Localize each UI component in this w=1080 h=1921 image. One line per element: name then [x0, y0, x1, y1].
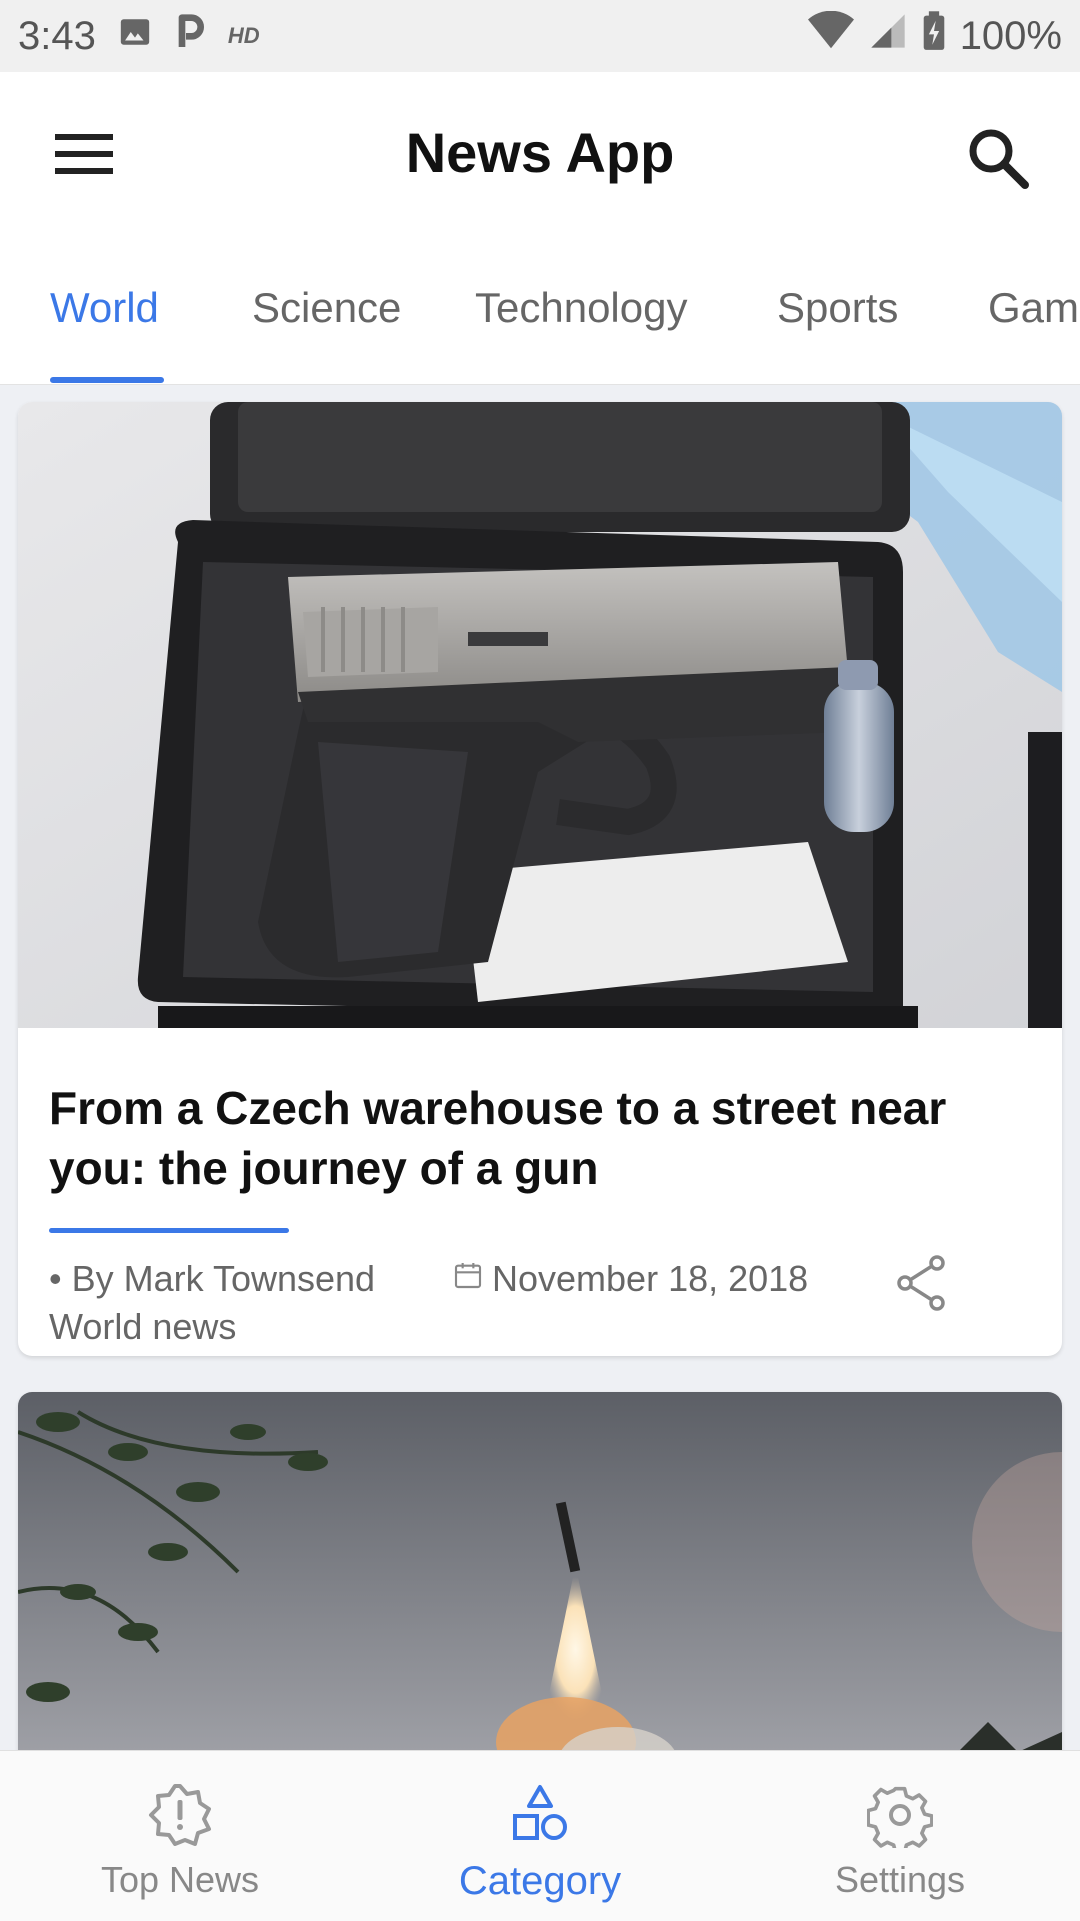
- nav-settings[interactable]: Settings: [720, 1751, 1080, 1921]
- article-date-text: November 18, 2018: [492, 1258, 809, 1299]
- image-notification-icon: [118, 14, 152, 59]
- share-button[interactable]: [884, 1248, 958, 1322]
- tab-science[interactable]: Science: [252, 284, 401, 332]
- tab-world[interactable]: World: [50, 284, 159, 332]
- article-author: • By Mark Townsend: [49, 1258, 376, 1299]
- nav-category[interactable]: Category: [360, 1751, 720, 1921]
- tab-technology[interactable]: Technology: [475, 284, 687, 332]
- app-title: News App: [405, 121, 675, 184]
- category-tabs: World Science Technology Sports Gam: [0, 240, 1080, 385]
- article-title[interactable]: From a Czech warehouse to a street near …: [49, 1078, 1029, 1198]
- tab-sports[interactable]: Sports: [777, 284, 898, 332]
- tab-games[interactable]: Gam: [988, 284, 1079, 332]
- article-card[interactable]: From a Czech warehouse to a street near …: [18, 402, 1062, 1356]
- alert-badge-icon: [147, 1779, 213, 1851]
- wifi-icon: [807, 10, 854, 61]
- battery-level: 100%: [959, 13, 1062, 58]
- nav-label-category: Category: [458, 1859, 622, 1903]
- menu-icon: [55, 132, 113, 181]
- app-bar: News App: [0, 72, 1080, 240]
- calendar-icon: [452, 1258, 484, 1300]
- status-right: 100%: [807, 10, 1062, 62]
- cellular-signal-icon: [868, 11, 908, 61]
- article-image-handgun[interactable]: [18, 402, 1062, 1028]
- tab-indicator: [50, 377, 164, 383]
- article-list[interactable]: From a Czech warehouse to a street near …: [0, 384, 1080, 1750]
- search-button[interactable]: [956, 118, 1040, 202]
- menu-button[interactable]: [40, 118, 128, 194]
- article-section: World news: [49, 1306, 237, 1347]
- hd-indicator: HD: [227, 23, 260, 48]
- article-image-missile[interactable]: [18, 1392, 1062, 1750]
- status-bar: 3:43 HD 100%: [0, 0, 1080, 72]
- shapes-icon: [507, 1779, 573, 1851]
- share-icon: [895, 1254, 947, 1316]
- article-card[interactable]: [18, 1392, 1062, 1750]
- nav-top-news[interactable]: Top News: [0, 1751, 360, 1921]
- status-time: 3:43: [18, 13, 96, 58]
- bottom-navigation: Top News Category Settings: [0, 1750, 1080, 1921]
- article-date: November 18, 2018: [452, 1258, 808, 1300]
- gear-icon: [867, 1779, 933, 1851]
- parking-notification-icon: [174, 12, 206, 60]
- status-left: 3:43 HD: [18, 12, 260, 60]
- nav-label-top-news: Top News: [100, 1859, 260, 1900]
- search-icon: [967, 127, 1029, 194]
- battery-charging-icon: [922, 10, 946, 62]
- title-accent-bar: [49, 1228, 289, 1233]
- nav-label-settings: Settings: [834, 1859, 966, 1900]
